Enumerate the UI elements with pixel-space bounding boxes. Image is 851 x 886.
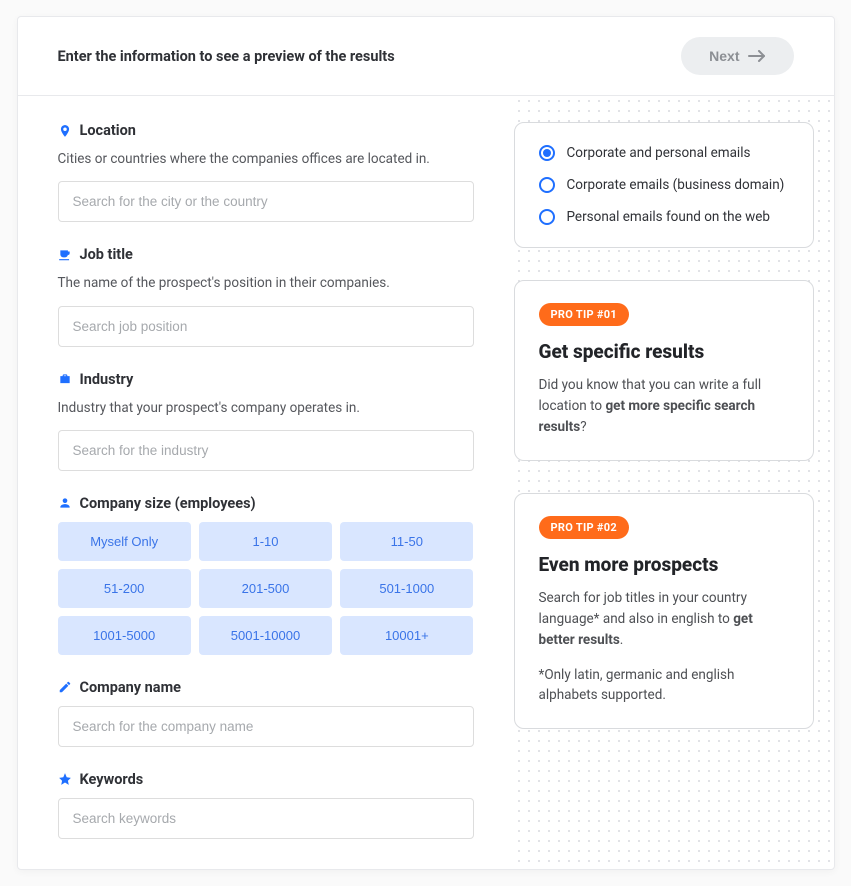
field-label-location: Location — [58, 122, 474, 139]
field-industry: Industry Industry that your prospect's c… — [58, 371, 474, 471]
email-option[interactable]: Corporate and personal emails — [539, 145, 789, 161]
field-label-industry: Industry — [58, 371, 474, 388]
email-option[interactable]: Corporate emails (business domain) — [539, 177, 789, 193]
page-title: Enter the information to see a preview o… — [58, 48, 395, 65]
field-desc-job-title: The name of the prospect's position in t… — [58, 273, 474, 293]
sidebar-column: Corporate and personal emails Corporate … — [514, 96, 834, 869]
tip-badge: PRO TIP #02 — [539, 516, 629, 539]
tip-badge: PRO TIP #01 — [539, 303, 629, 326]
field-company-size: Company size (employees) Myself Only 1-1… — [58, 495, 474, 655]
size-option[interactable]: 51-200 — [58, 569, 191, 608]
size-option[interactable]: 1001-5000 — [58, 616, 191, 655]
tip-note: *Only latin, germanic and english alphab… — [539, 665, 789, 707]
person-icon — [58, 496, 72, 510]
card-header: Enter the information to see a preview o… — [18, 17, 834, 96]
tip-body: Search for job titles in your country la… — [539, 588, 789, 651]
radio-icon — [539, 145, 555, 161]
field-label-company-size: Company size (employees) — [58, 495, 474, 512]
tip-title: Get specific results — [539, 340, 789, 363]
size-option[interactable]: 11-50 — [340, 522, 473, 561]
company-name-input[interactable] — [58, 706, 474, 747]
star-icon — [58, 772, 72, 786]
location-input[interactable] — [58, 181, 474, 222]
field-desc-location: Cities or countries where the companies … — [58, 149, 474, 169]
next-button-label: Next — [709, 48, 739, 64]
size-option[interactable]: 5001-10000 — [199, 616, 332, 655]
size-option[interactable]: 201-500 — [199, 569, 332, 608]
size-option[interactable]: Myself Only — [58, 522, 191, 561]
field-keywords: Keywords — [58, 771, 474, 839]
search-form-card: Enter the information to see a preview o… — [17, 16, 835, 870]
radio-icon — [539, 177, 555, 193]
tip-card: PRO TIP #01 Get specific results Did you… — [514, 280, 814, 461]
tip-title: Even more prospects — [539, 553, 789, 576]
field-label-company-name: Company name — [58, 679, 474, 696]
email-type-card: Corporate and personal emails Corporate … — [514, 122, 814, 248]
cup-icon — [58, 248, 72, 262]
pencil-icon — [58, 680, 72, 694]
field-label-job-title: Job title — [58, 246, 474, 263]
size-option[interactable]: 501-1000 — [340, 569, 473, 608]
size-option[interactable]: 10001+ — [340, 616, 473, 655]
card-body: Location Cities or countries where the c… — [18, 96, 834, 869]
company-size-grid: Myself Only 1-10 11-50 51-200 201-500 50… — [58, 522, 474, 655]
industry-input[interactable] — [58, 430, 474, 471]
briefcase-icon — [58, 372, 72, 386]
field-job-title: Job title The name of the prospect's pos… — [58, 246, 474, 346]
next-button[interactable]: Next — [681, 37, 793, 75]
field-company-name: Company name — [58, 679, 474, 747]
tip-card: PRO TIP #02 Even more prospects Search f… — [514, 493, 814, 730]
keywords-input[interactable] — [58, 798, 474, 839]
pin-icon — [58, 124, 72, 138]
radio-icon — [539, 209, 555, 225]
job-title-input[interactable] — [58, 306, 474, 347]
tip-body: Did you know that you can write a full l… — [539, 375, 789, 438]
email-option[interactable]: Personal emails found on the web — [539, 209, 789, 225]
field-desc-industry: Industry that your prospect's company op… — [58, 398, 474, 418]
field-location: Location Cities or countries where the c… — [58, 122, 474, 222]
form-column: Location Cities or countries where the c… — [18, 96, 514, 869]
arrow-right-icon — [748, 50, 766, 62]
size-option[interactable]: 1-10 — [199, 522, 332, 561]
field-label-keywords: Keywords — [58, 771, 474, 788]
